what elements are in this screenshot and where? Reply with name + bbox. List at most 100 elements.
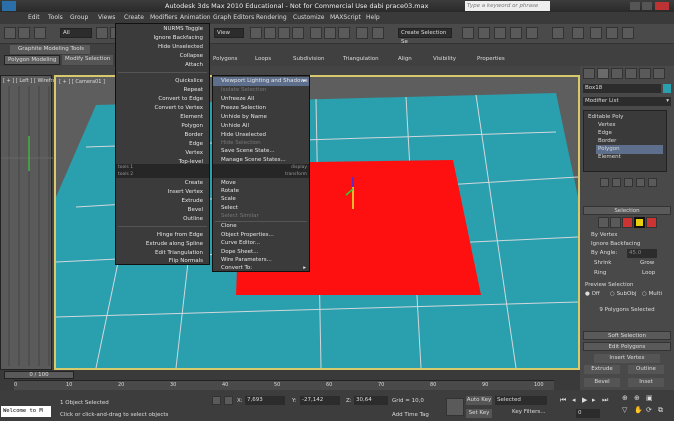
maxscript-listener[interactable]: Welcome to M <box>1 406 51 417</box>
object-color-swatch[interactable] <box>663 84 671 93</box>
menu-graph-editors[interactable]: Graph Editors <box>213 14 254 21</box>
quad-item-convert-to[interactable]: Convert To: ▸ <box>213 264 309 273</box>
quad-item-attach[interactable]: Attach <box>116 61 209 70</box>
edit-named-selection-icon[interactable] <box>356 27 368 39</box>
tab-polygons[interactable]: Polygons <box>210 55 240 65</box>
select-object-icon[interactable] <box>96 27 108 39</box>
modify-tab-icon[interactable] <box>597 68 609 79</box>
z-coordinate-field[interactable]: 30,64 <box>354 396 388 405</box>
by-vertex-checkbox[interactable]: By Vertex <box>583 231 671 240</box>
lock-selection-icon[interactable] <box>212 396 221 405</box>
viewport-left[interactable]: [ + ] [ Left ] [ Wireframe ] <box>0 75 67 370</box>
layer-manager-icon[interactable] <box>478 27 490 39</box>
close-button[interactable] <box>655 2 669 10</box>
preview-subobj-radio[interactable]: ○ SubObj <box>610 290 636 299</box>
play-icon[interactable]: ▶ <box>582 396 587 404</box>
auto-key-button[interactable]: Auto Key <box>466 396 492 405</box>
key-filters-button[interactable]: Key Filters... <box>512 409 545 415</box>
key-mode-dropdown[interactable]: Selected <box>495 396 547 405</box>
menu-views[interactable]: Views <box>98 14 115 21</box>
soft-selection-rollout[interactable]: Soft Selection <box>583 331 671 340</box>
quad-item-nurms-toggle[interactable]: NURMS Toggle <box>116 25 209 34</box>
quad-item-viewport-lighting[interactable]: Viewport Lighting and Shadows ▸ <box>213 77 309 86</box>
rendered-frame-icon[interactable] <box>590 27 602 39</box>
spinner-snap-icon[interactable] <box>338 27 350 39</box>
quad-item-collapse[interactable]: Collapse <box>116 52 209 61</box>
grow-button[interactable]: Grow <box>640 259 654 268</box>
menu-animation[interactable]: Animation <box>180 14 211 21</box>
quad-item-flip-normals[interactable]: Flip Normals <box>116 257 209 266</box>
motion-tab-icon[interactable] <box>625 68 637 79</box>
menu-modifiers[interactable]: Modifiers <box>150 14 177 21</box>
quad-item-bevel[interactable]: Bevel <box>116 206 209 215</box>
render-production-icon[interactable] <box>606 27 618 39</box>
loop-button[interactable]: Loop <box>642 269 655 278</box>
menu-maxscript[interactable]: MAXScript <box>330 14 361 21</box>
show-end-result-icon[interactable] <box>612 178 621 187</box>
curve-editor-icon[interactable] <box>510 27 522 39</box>
go-to-end-icon[interactable]: ⏭ <box>602 396 608 405</box>
selection-filter-dropdown[interactable]: All <box>60 28 92 38</box>
tab-visibility[interactable]: Visibility <box>430 55 459 65</box>
create-tab-icon[interactable] <box>583 68 595 79</box>
quad-item-convert-to-vertex[interactable]: Convert to Vertex <box>116 104 209 113</box>
quad-item-clone[interactable]: Clone <box>213 222 309 231</box>
quad-item-element[interactable]: Element <box>116 113 209 122</box>
angle-spinner[interactable]: 45.0 <box>627 249 657 258</box>
tab-subdivision[interactable]: Subdivision <box>290 55 328 65</box>
quad-item-ignore-backfacing[interactable]: Ignore Backfacing <box>116 34 209 43</box>
x-coordinate-field[interactable]: 7,693 <box>245 396 285 405</box>
hierarchy-tab-icon[interactable] <box>611 68 623 79</box>
schematic-view-icon[interactable] <box>526 27 538 39</box>
remove-modifier-icon[interactable] <box>636 178 645 187</box>
tab-modify-selection[interactable]: Modify Selection <box>62 55 114 65</box>
menu-customize[interactable]: Customize <box>293 14 325 21</box>
quad-item-hinge-from-edge[interactable]: Hinge from Edge <box>116 231 209 240</box>
edge-mode-icon[interactable] <box>610 217 621 228</box>
quad-item-unfreeze-all[interactable]: Unfreeze All <box>213 95 309 104</box>
angle-snap-icon[interactable] <box>310 27 322 39</box>
quad-item-hide-unselected[interactable]: Hide Unselected <box>116 43 209 52</box>
absolute-mode-icon[interactable] <box>224 396 233 405</box>
bevel-button[interactable]: Bevel <box>584 378 620 387</box>
edit-polygons-rollout[interactable]: Edit Polygons <box>583 342 671 351</box>
modifier-list-dropdown[interactable]: Modifier List ▾ <box>583 97 671 106</box>
quad-item-insert-vertex[interactable]: Insert Vertex <box>116 188 209 197</box>
snap-icon[interactable] <box>292 27 304 39</box>
quad-item-create[interactable]: Create <box>116 179 209 188</box>
tab-polygon-modeling[interactable]: Polygon Modeling <box>4 55 61 65</box>
tab-triangulation[interactable]: Triangulation <box>340 55 382 65</box>
percent-snap-icon[interactable] <box>324 27 336 39</box>
add-time-tag[interactable]: Add Time Tag <box>392 412 429 418</box>
quad-item-convert-to-edge[interactable]: Convert to Edge <box>116 95 209 104</box>
quad-item-repeat[interactable]: Repeat <box>116 86 209 95</box>
app-icon[interactable] <box>2 1 16 11</box>
mirror-icon[interactable] <box>372 27 384 39</box>
utilities-tab-icon[interactable] <box>653 68 665 79</box>
keyboard-shortcut-icon[interactable] <box>278 27 290 39</box>
quad-item-unhide-all[interactable]: Unhide All <box>213 122 309 131</box>
quad-item-scale[interactable]: Scale <box>213 195 309 204</box>
menu-tools[interactable]: Tools <box>48 14 63 21</box>
extrude-button[interactable]: Extrude <box>584 365 620 374</box>
next-frame-icon[interactable]: ▸ <box>592 396 596 404</box>
selection-rollout-title[interactable]: Selection <box>583 206 671 215</box>
display-tab-icon[interactable] <box>639 68 651 79</box>
track-bar[interactable]: 0 10 20 30 40 50 60 70 80 90 100 <box>14 380 554 390</box>
quad-item-outline[interactable]: Outline <box>116 215 209 224</box>
quad-item-edge[interactable]: Edge <box>116 140 209 149</box>
pin-stack-icon[interactable] <box>600 178 609 187</box>
set-key-button[interactable]: Set Key <box>466 409 492 418</box>
select-manipulate-icon[interactable] <box>264 27 276 39</box>
time-slider[interactable]: 0 / 100 <box>4 371 74 379</box>
render-setup-icon[interactable] <box>572 27 584 39</box>
preview-multi-radio[interactable]: ○ Multi <box>642 290 662 299</box>
element-mode-icon[interactable] <box>646 217 657 228</box>
make-unique-icon[interactable] <box>624 178 633 187</box>
quad-item-curve-editor[interactable]: Curve Editor... <box>213 239 309 248</box>
tab-properties[interactable]: Properties <box>474 55 508 65</box>
ring-button[interactable]: Ring <box>594 269 606 278</box>
by-angle-checkbox[interactable]: By Angle: 45.0 <box>583 249 671 258</box>
menu-help[interactable]: Help <box>366 14 380 21</box>
viewport-camera-label[interactable]: [ + ] [ Camera01 ] <box>59 79 105 85</box>
